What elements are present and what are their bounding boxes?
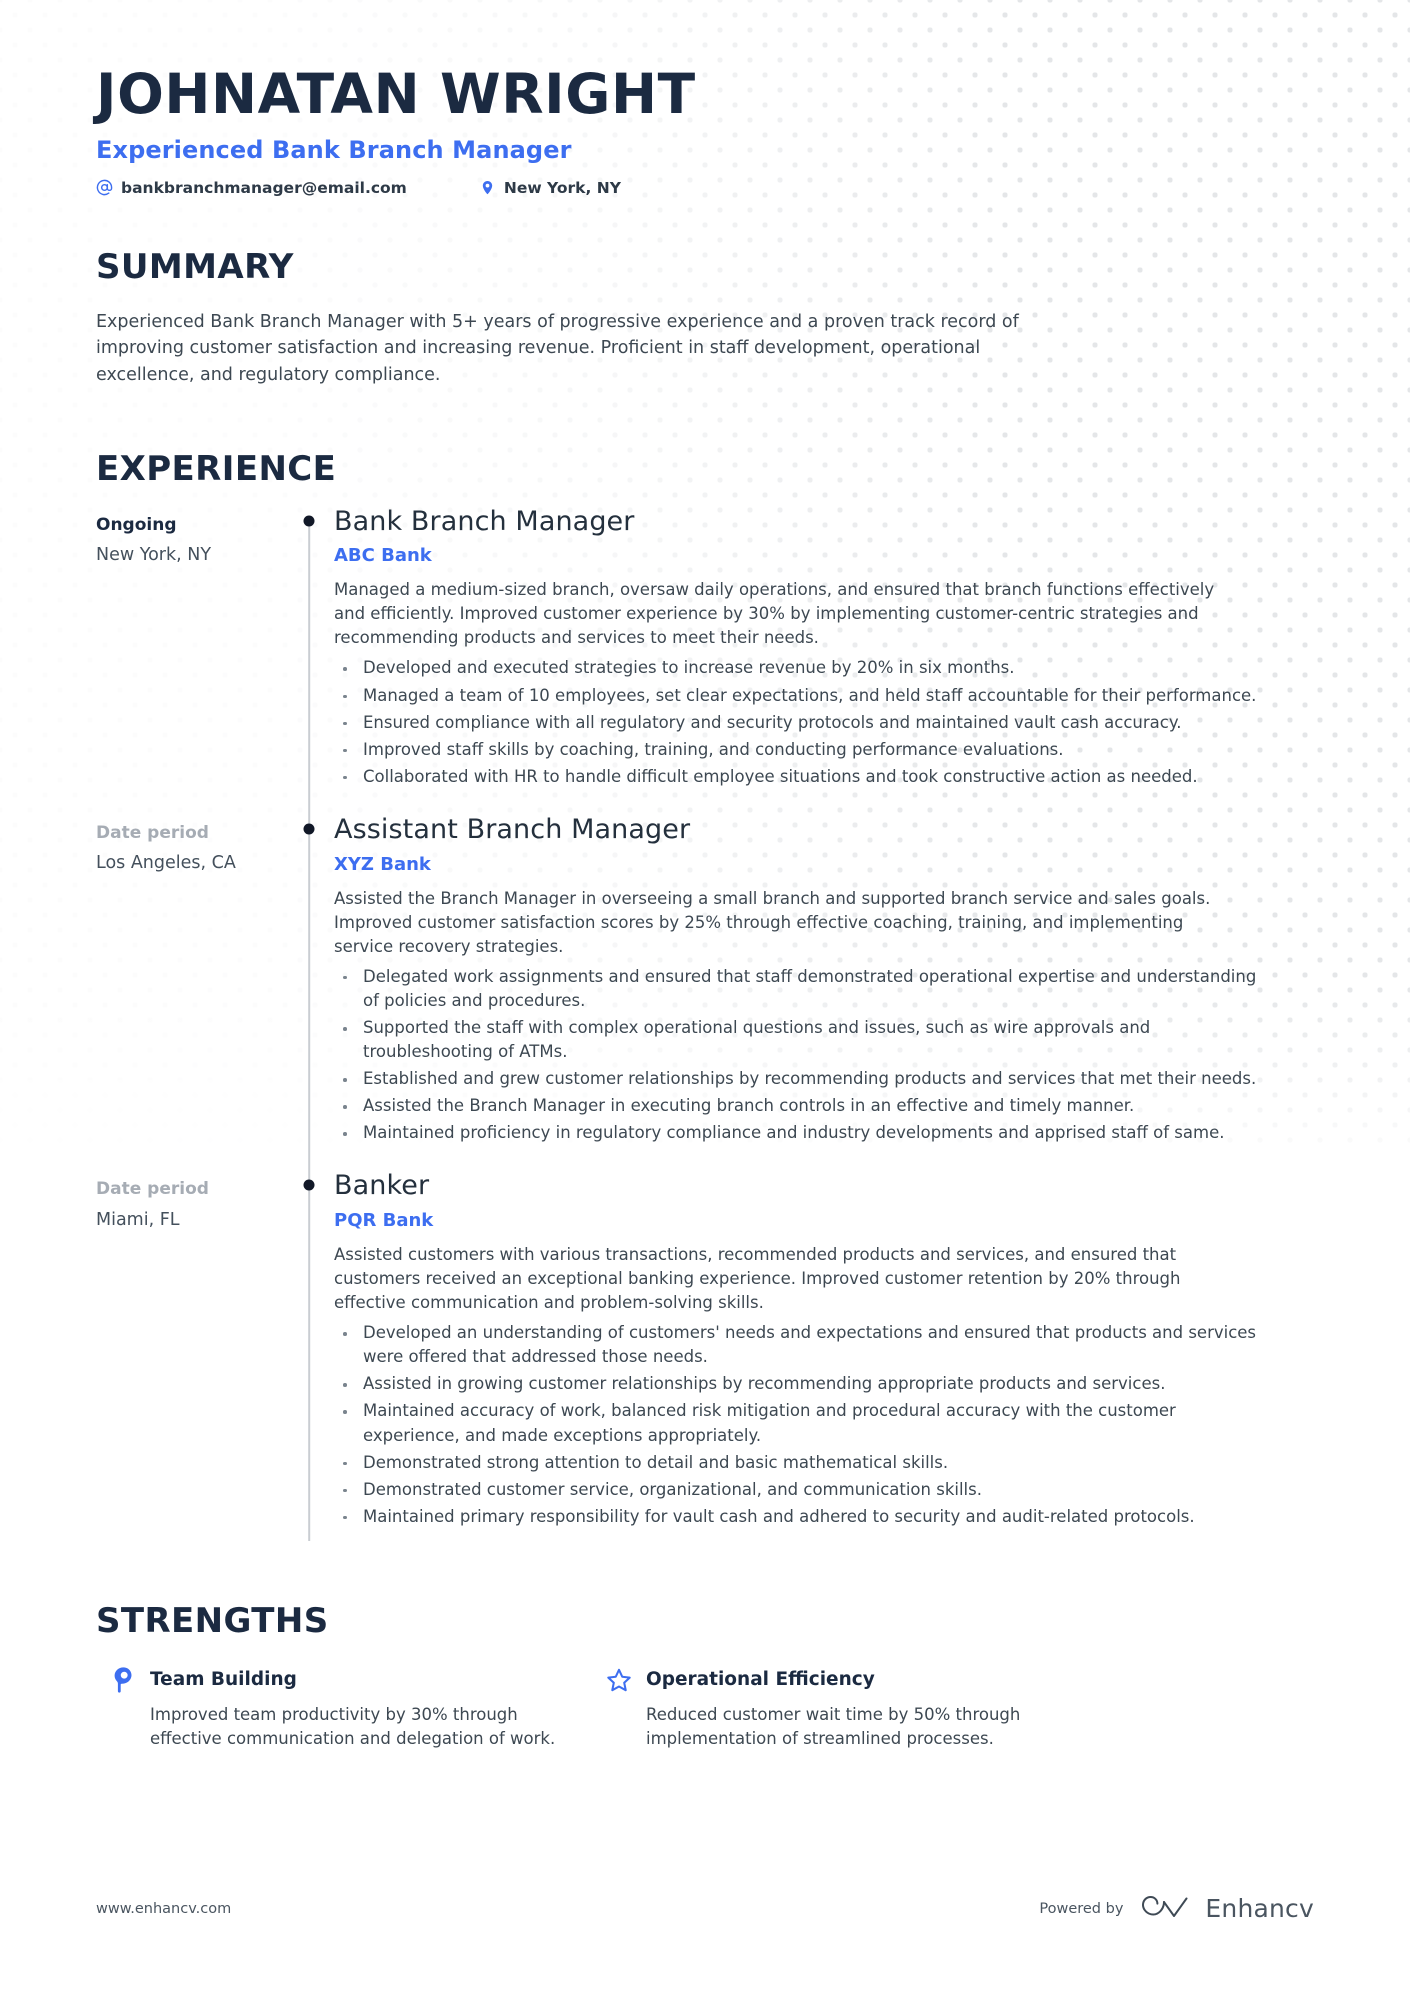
enhancv-mark-icon	[1142, 1895, 1188, 1917]
experience-company: XYZ Bank	[334, 853, 431, 875]
strength-name: Operational Efficiency	[646, 1669, 875, 1691]
experience-bullet: Demonstrated customer service, organizat…	[334, 1478, 1274, 1502]
experience-location: Miami, FL	[96, 1209, 180, 1230]
strength-name: Team Building	[150, 1669, 297, 1691]
contact-email-value: bankbranchmanager@email.com	[121, 178, 407, 197]
contact-row: bankbranchmanager@email.com New York, NY	[96, 179, 1314, 197]
experience-date: Ongoing	[96, 514, 177, 535]
experience-body: Assistant Branch Manager XYZ Bank Assisted…	[332, 815, 1314, 1171]
experience-entry: Date period Los Angeles, CA Assistant Bran…	[96, 814, 1314, 1172]
experience-role: Banker	[334, 1170, 430, 1202]
experience-description: Assisted the Branch Manager in overseein…	[334, 888, 1211, 956]
powered-by-label: Powered by	[1039, 1900, 1124, 1917]
contact-location[interactable]: New York, NY	[479, 179, 621, 197]
strengths-section: Strengths Team Building Improved team pro…	[96, 1601, 1314, 1751]
experience-bullet-list: Developed and executed strategies to inc…	[334, 656, 1314, 788]
experience-bullet-list: Delegated work assignments and ensured t…	[334, 965, 1314, 1146]
page-title: Johnatan Wright	[96, 62, 696, 126]
timeline-line	[308, 520, 310, 815]
experience-timeline	[286, 814, 332, 1172]
experience-bullet: Collaborated with HR to handle difficult…	[334, 765, 1274, 789]
strength-header: Operational Efficiency	[606, 1667, 1088, 1693]
timeline-line	[308, 1171, 310, 1541]
timeline-dot-icon	[303, 515, 315, 527]
experience-section-title: Experience	[96, 448, 337, 489]
experience-bullet: Maintained primary responsibility for va…	[334, 1505, 1274, 1529]
enhancv-brand-name: Enhancv	[1205, 1894, 1314, 1923]
experience-section: Experience Ongoing New York, NY Bank Branc…	[96, 449, 1314, 1555]
summary-section: Summary Experienced Bank Branch Manager …	[96, 247, 1314, 389]
experience-date: Date period	[96, 822, 209, 843]
summary-section-title: Summary	[96, 246, 294, 287]
strength-description: Reduced customer wait time by 50% throug…	[646, 1704, 1021, 1748]
experience-location: New York, NY	[96, 545, 212, 566]
summary-text: Experienced Bank Branch Manager with 5+ …	[96, 311, 1019, 385]
strength-item: Team Building Improved team productivity …	[96, 1667, 592, 1751]
strength-description: Improved team productivity by 30% throug…	[150, 1704, 556, 1748]
experience-bullet: Demonstrated strong attention to detail …	[334, 1451, 1274, 1475]
footer-branding: Powered by Enhancv	[1039, 1894, 1314, 1923]
experience-body: Bank Branch Manager ABC Bank Managed a med…	[332, 505, 1314, 815]
experience-description: Managed a medium-sized branch, oversaw d…	[334, 580, 1215, 648]
experience-date: Date period	[96, 1179, 209, 1200]
experience-body: Banker PQR Bank Assisted customers with va…	[332, 1171, 1314, 1555]
experience-bullet: Delegated work assignments and ensured t…	[334, 965, 1274, 1013]
experience-description: Assisted customers with various transact…	[334, 1245, 1181, 1313]
experience-location: Los Angeles, CA	[96, 853, 236, 874]
timeline-line	[308, 814, 310, 1172]
at-sign-icon	[96, 179, 113, 196]
strength-header: Team Building	[110, 1667, 592, 1693]
experience-bullet: Developed an understanding of customers'…	[334, 1321, 1274, 1369]
experience-bullet: Managed a team of 10 employees, set clea…	[334, 684, 1274, 708]
experience-bullet: Supported the staff with complex operati…	[334, 1016, 1274, 1064]
experience-timeline	[286, 1171, 332, 1555]
experience-bullet: Improved staff skills by coaching, train…	[334, 738, 1274, 762]
strength-item: Operational Efficiency Reduced customer w…	[592, 1667, 1088, 1751]
experience-meta: Ongoing New York, NY	[96, 507, 286, 815]
experience-meta: Date period Miami, FL	[96, 1171, 286, 1555]
timeline-dot-icon	[303, 823, 315, 835]
experience-role: Bank Branch Manager	[334, 505, 635, 537]
experience-bullet: Established and grew customer relationsh…	[334, 1067, 1274, 1091]
experience-timeline	[286, 507, 332, 815]
experience-bullet-list: Developed an understanding of customers'…	[334, 1321, 1314, 1529]
experience-entry: Date period Miami, FL Banker PQR Bank Assist…	[96, 1171, 1314, 1555]
experience-list: Ongoing New York, NY Bank Branch Manager AB…	[96, 505, 1314, 1555]
head-profile-icon	[110, 1667, 136, 1693]
resume-footer: www.enhancv.com Powered by Enhancv	[96, 1894, 1314, 1923]
experience-company: PQR Bank	[334, 1210, 434, 1231]
star-outline-icon	[606, 1667, 632, 1693]
experience-role: Assistant Branch Manager	[334, 813, 691, 845]
experience-bullet: Assisted the Branch Manager in executing…	[334, 1094, 1274, 1118]
experience-company: ABC Bank	[334, 545, 432, 567]
experience-bullet: Assisted in growing customer relationshi…	[334, 1372, 1274, 1396]
contact-location-value: New York, NY	[503, 178, 621, 197]
resume-header: Johnatan Wright Experienced Bank Branch …	[96, 0, 1314, 197]
strengths-section-title: Strengths	[96, 1600, 329, 1641]
enhancv-logo[interactable]: Enhancv	[1140, 1894, 1314, 1923]
experience-meta: Date period Los Angeles, CA	[96, 815, 286, 1171]
timeline-dot-icon	[303, 1179, 315, 1191]
experience-bullet: Maintained proficiency in regulatory com…	[334, 1121, 1274, 1145]
resume-page: Johnatan Wright Experienced Bank Branch …	[0, 0, 1410, 1995]
strengths-list: Team Building Improved team productivity …	[96, 1667, 1314, 1751]
experience-bullet: Maintained accuracy of work, balanced ri…	[334, 1399, 1274, 1447]
footer-website-url[interactable]: www.enhancv.com	[96, 1901, 231, 1917]
header-job-title: Experienced Bank Branch Manager	[96, 135, 572, 164]
experience-bullet: Developed and executed strategies to inc…	[334, 656, 1274, 680]
contact-email[interactable]: bankbranchmanager@email.com	[96, 179, 407, 197]
location-pin-icon	[479, 179, 496, 196]
experience-entry: Ongoing New York, NY Bank Branch Manager AB…	[96, 505, 1314, 815]
experience-bullet: Ensured compliance with all regulatory a…	[334, 711, 1274, 735]
